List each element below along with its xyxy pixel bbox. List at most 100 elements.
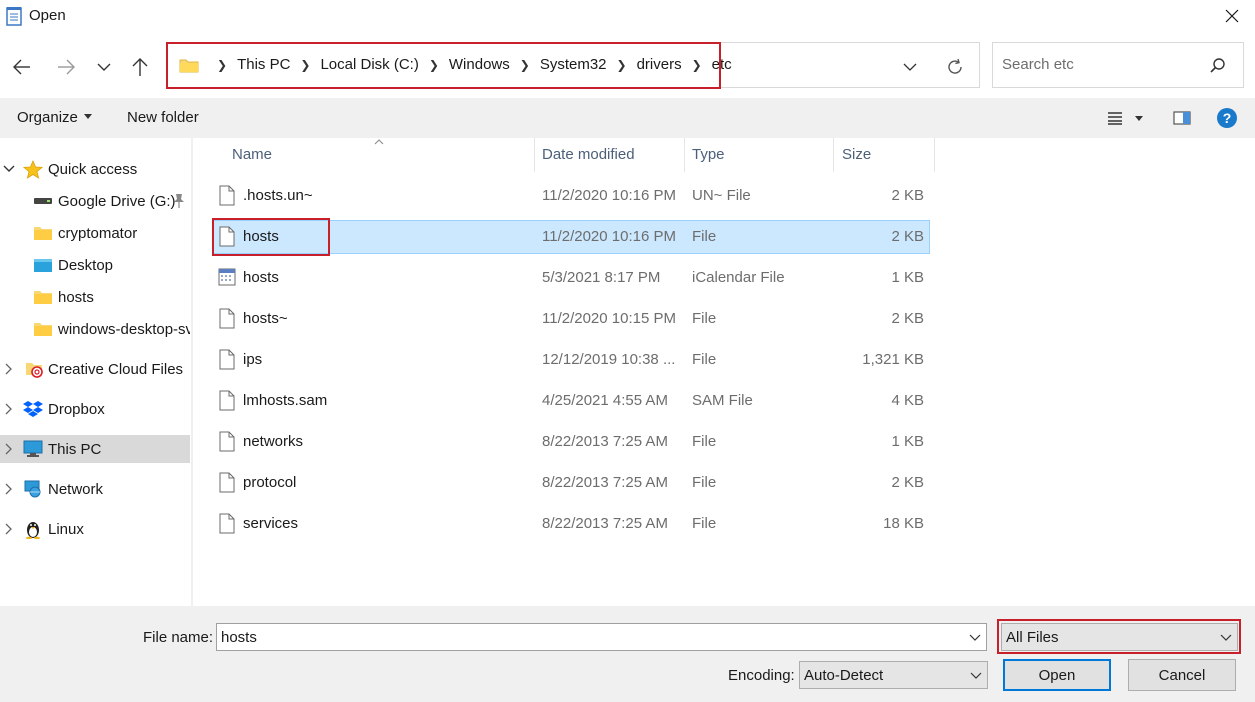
file-row[interactable]: hosts 5/3/2021 8:17 PM iCalendar File 1 … xyxy=(212,261,930,295)
close-icon xyxy=(1225,9,1239,23)
file-type: UN~ File xyxy=(692,187,751,204)
change-view-button[interactable] xyxy=(1104,106,1126,130)
sidebar-item-windows-desktop[interactable]: windows-desktop-sv xyxy=(0,315,190,343)
svg-text:?: ? xyxy=(1223,110,1232,126)
breadcrumb-etc[interactable]: etc xyxy=(712,56,732,73)
sidebar-item-hosts[interactable]: hosts xyxy=(0,283,190,311)
file-icon xyxy=(219,431,235,452)
chevron-right-icon: ❯ xyxy=(217,57,228,72)
sidebar-item-this-pc[interactable]: This PC xyxy=(0,435,190,463)
column-header-date[interactable]: Date modified xyxy=(542,138,635,172)
chevron-right-icon[interactable]: ❯ xyxy=(429,58,439,72)
linux-penguin-icon xyxy=(23,520,43,539)
up-button[interactable] xyxy=(125,52,155,82)
column-divider[interactable] xyxy=(934,138,935,172)
organize-button[interactable]: Organize xyxy=(17,109,92,126)
close-button[interactable] xyxy=(1217,3,1247,29)
sidebar-item-label: windows-desktop-sv xyxy=(58,320,190,338)
sidebar-item-label: Quick access xyxy=(48,160,138,178)
search-icon[interactable] xyxy=(1209,57,1227,75)
column-divider[interactable] xyxy=(534,138,535,172)
breadcrumb-windows[interactable]: Windows xyxy=(449,56,510,73)
file-size: 18 KB xyxy=(883,515,924,532)
file-size: 2 KB xyxy=(891,474,924,491)
details-view-icon xyxy=(1108,112,1122,125)
file-date: 8/22/2013 7:25 AM xyxy=(542,474,668,491)
notepad-app-icon xyxy=(6,7,22,26)
dropbox-icon xyxy=(23,400,43,418)
sidebar-item-network[interactable]: Network xyxy=(0,475,190,503)
sidebar-item-label: Desktop xyxy=(58,256,114,274)
file-row[interactable]: lmhosts.sam 4/25/2021 4:55 AM SAM File 4… xyxy=(212,384,930,418)
file-name-combobox[interactable]: hosts xyxy=(216,623,987,651)
file-date: 8/22/2013 7:25 AM xyxy=(542,433,668,450)
folder-icon xyxy=(33,224,53,242)
chevron-right-icon[interactable]: ❯ xyxy=(300,58,310,72)
file-row[interactable]: .hosts.un~ 11/2/2020 10:16 PM UN~ File 2… xyxy=(212,179,930,213)
file-row[interactable]: hosts~ 11/2/2020 10:15 PM File 2 KB xyxy=(212,302,930,336)
breadcrumb: ❯ This PC ❯ Local Disk (C:) ❯ Windows ❯ … xyxy=(179,56,732,73)
refresh-button[interactable] xyxy=(943,55,967,79)
chevron-right-icon[interactable] xyxy=(3,482,15,496)
address-bar[interactable]: ❯ This PC ❯ Local Disk (C:) ❯ Windows ❯ … xyxy=(166,42,980,88)
chevron-right-icon[interactable] xyxy=(3,362,15,376)
breadcrumb-this-pc[interactable]: This PC xyxy=(237,56,290,73)
dialog-footer: File name: hosts All Files Encoding: Aut… xyxy=(0,606,1255,702)
column-header-type[interactable]: Type xyxy=(692,138,725,172)
drive-icon xyxy=(33,192,53,210)
preview-pane-button[interactable] xyxy=(1171,106,1193,130)
sidebar-item-desktop[interactable]: Desktop xyxy=(0,251,190,279)
breadcrumb-system32[interactable]: System32 xyxy=(540,56,607,73)
file-name-input[interactable]: hosts xyxy=(221,629,257,646)
sidebar-item-creative-cloud[interactable]: Creative Cloud Files xyxy=(0,355,190,383)
column-header-name[interactable]: Name xyxy=(232,138,272,172)
back-button[interactable] xyxy=(7,52,37,82)
chevron-right-icon[interactable]: ❯ xyxy=(520,58,530,72)
view-options-button[interactable] xyxy=(1131,106,1147,130)
recent-locations-button[interactable] xyxy=(89,52,119,82)
sidebar-item-linux[interactable]: Linux xyxy=(0,515,190,543)
encoding-select[interactable]: Auto-Detect xyxy=(799,661,988,689)
file-row-selected[interactable]: hosts 11/2/2020 10:16 PM File 2 KB xyxy=(212,220,930,254)
open-button[interactable]: Open xyxy=(1003,659,1111,691)
expanded-chevron-icon[interactable] xyxy=(3,162,15,176)
file-type-filter-select[interactable]: All Files xyxy=(1001,623,1238,651)
address-history-button[interactable] xyxy=(898,57,922,77)
folder-icon xyxy=(179,59,199,72)
help-button[interactable]: ? xyxy=(1215,106,1239,130)
chevron-right-icon[interactable] xyxy=(3,522,15,536)
breadcrumb-drivers[interactable]: drivers xyxy=(637,56,682,73)
file-type: SAM File xyxy=(692,392,753,409)
new-folder-button[interactable]: New folder xyxy=(127,109,199,126)
chevron-down-icon[interactable] xyxy=(969,633,981,643)
chevron-down-icon xyxy=(970,672,982,679)
chevron-right-icon[interactable]: ❯ xyxy=(617,58,627,72)
file-row[interactable]: networks 8/22/2013 7:25 AM File 1 KB xyxy=(212,425,930,459)
sidebar-item-label: hosts xyxy=(58,288,94,306)
sidebar-item-quick-access[interactable]: Quick access xyxy=(0,155,190,183)
file-icon xyxy=(219,513,235,534)
cancel-button[interactable]: Cancel xyxy=(1128,659,1236,691)
search-box[interactable] xyxy=(992,42,1244,88)
file-type: iCalendar File xyxy=(692,269,785,286)
forward-button[interactable] xyxy=(51,52,81,82)
file-row[interactable]: services 8/22/2013 7:25 AM File 18 KB xyxy=(212,507,930,541)
chevron-right-icon[interactable] xyxy=(3,442,15,456)
sidebar-item-google-drive[interactable]: Google Drive (G:) xyxy=(0,187,190,215)
sidebar-item-dropbox[interactable]: Dropbox xyxy=(0,395,190,423)
file-icon xyxy=(219,226,235,247)
column-divider[interactable] xyxy=(684,138,685,172)
column-header-size[interactable]: Size xyxy=(842,138,871,172)
file-row[interactable]: ips 12/12/2019 10:38 ... File 1,321 KB xyxy=(212,343,930,377)
file-size: 1 KB xyxy=(891,433,924,450)
sidebar-item-cryptomator[interactable]: cryptomator xyxy=(0,219,190,247)
caret-down-icon xyxy=(1135,115,1143,121)
breadcrumb-local-disk[interactable]: Local Disk (C:) xyxy=(320,56,418,73)
pin-icon xyxy=(174,194,184,208)
column-divider[interactable] xyxy=(833,138,834,172)
file-row[interactable]: protocol 8/22/2013 7:25 AM File 2 KB xyxy=(212,466,930,500)
chevron-right-icon[interactable] xyxy=(3,402,15,416)
search-input[interactable] xyxy=(1002,56,1202,73)
computer-icon xyxy=(23,440,43,458)
chevron-right-icon[interactable]: ❯ xyxy=(692,58,702,72)
